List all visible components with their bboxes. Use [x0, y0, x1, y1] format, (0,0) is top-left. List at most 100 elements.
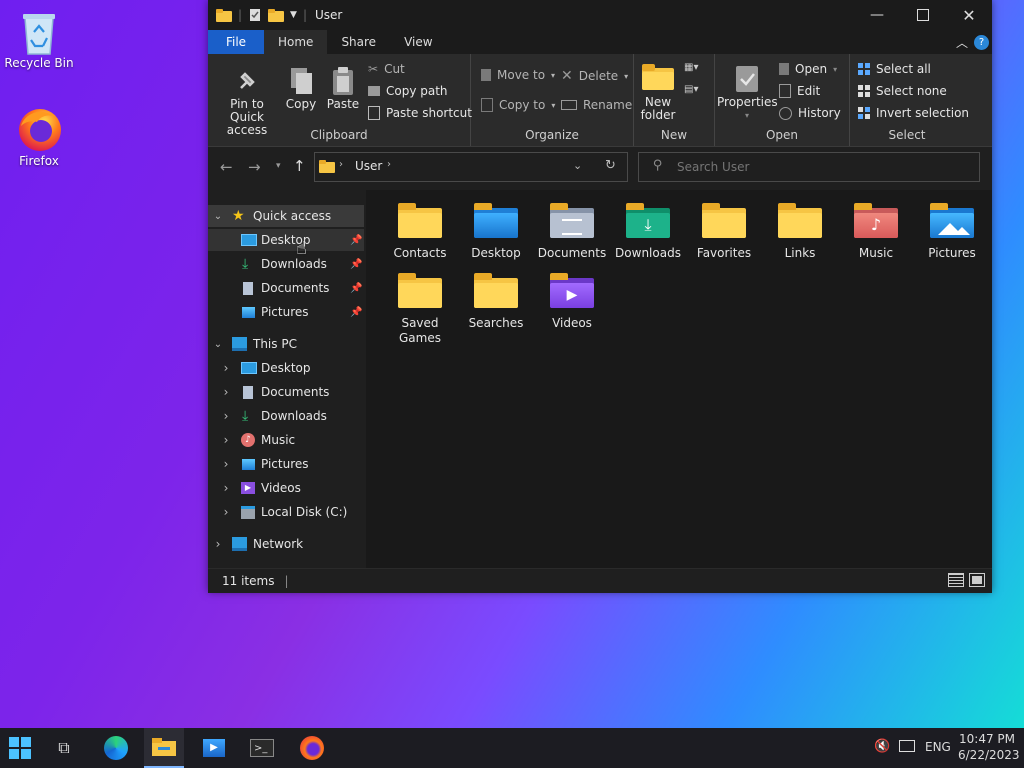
back-button[interactable]: ← [220, 158, 233, 176]
network-status-icon[interactable] [899, 740, 915, 752]
chevron-down-icon[interactable]: ⌄ [213, 211, 223, 222]
select-all-button[interactable]: Select all [858, 62, 931, 76]
move-to-button[interactable]: Move to ▾ [481, 68, 555, 82]
taskbar-firefox[interactable] [292, 728, 332, 768]
taskbar-file-explorer[interactable] [144, 728, 184, 768]
nav-quick-desktop[interactable]: Desktop 📌 [208, 229, 364, 251]
properties-button[interactable]: Properties ▾ [717, 64, 778, 122]
ribbon-group-clipboard: Pin to Quick access Copy Paste ✂ Cut Copy… [208, 54, 472, 146]
edit-button[interactable]: Edit [779, 84, 820, 98]
properties-icon[interactable] [248, 8, 262, 22]
nav-pc-documents[interactable]: › Documents [208, 381, 364, 403]
delete-button[interactable]: ✕ Delete ▾ [561, 68, 628, 84]
nav-this-pc[interactable]: ⌄ This PC [208, 333, 364, 355]
history-button[interactable]: History [779, 106, 841, 120]
chevron-right-icon[interactable]: › [221, 481, 231, 495]
paste-shortcut-button[interactable]: Paste shortcut [368, 106, 472, 120]
language-indicator[interactable]: ENG [925, 740, 951, 754]
minimize-button[interactable]: — [854, 0, 900, 30]
clock[interactable]: 10:47 PM 6/22/2023 [958, 731, 1020, 763]
folder-icon [398, 202, 442, 238]
new-item-button[interactable]: ▦▾ [684, 62, 698, 73]
folder-contacts[interactable]: Contacts [384, 202, 456, 261]
nav-quick-access[interactable]: ⌄ ★ Quick access [208, 205, 364, 227]
nav-pc-downloads[interactable]: › ⤓ Downloads [208, 405, 364, 427]
volume-muted-icon[interactable]: 🔇 [874, 739, 890, 754]
address-dropdown-icon[interactable]: ⌄ [573, 159, 582, 172]
search-input[interactable] [675, 157, 969, 177]
pin-to-quick-access-button[interactable]: Pin to Quick access [214, 66, 280, 137]
new-folder-icon[interactable] [268, 8, 285, 22]
paste-button[interactable]: Paste [324, 66, 362, 111]
taskbar-media-app[interactable]: ▶ [194, 728, 234, 768]
new-folder-button[interactable]: New folder [638, 64, 678, 122]
tab-view[interactable]: View [390, 30, 446, 54]
tab-share[interactable]: Share [327, 30, 390, 54]
refresh-icon[interactable]: ↻ [605, 158, 616, 173]
collapse-ribbon-icon[interactable]: ︿ [956, 34, 968, 51]
pin-icon[interactable]: 📌 [350, 259, 362, 270]
pin-icon[interactable]: 📌 [350, 307, 362, 318]
nav-quick-downloads[interactable]: ⤓ Downloads 📌 [208, 253, 364, 275]
folder-pictures[interactable]: Pictures [916, 202, 988, 261]
easy-access-button[interactable]: ▤▾ [684, 84, 698, 95]
folder-favorites[interactable]: Favorites [688, 202, 760, 261]
folder-saved-games[interactable]: Saved Games [384, 272, 456, 346]
address-bar[interactable]: › User › ⌄ ↻ [314, 152, 628, 182]
task-view-button[interactable]: ⧉ [44, 728, 84, 768]
nav-pc-desktop[interactable]: › Desktop [208, 357, 364, 379]
pin-icon[interactable]: 📌 [350, 235, 362, 246]
nav-quick-pictures[interactable]: Pictures 📌 [208, 301, 364, 323]
chevron-right-icon[interactable]: › [221, 433, 231, 447]
up-button[interactable]: ↑ [293, 157, 306, 175]
tab-file[interactable]: File [208, 30, 264, 54]
recent-locations-button[interactable]: ▾ [276, 161, 281, 171]
customize-toolbar-icon[interactable]: ▼ [290, 10, 297, 20]
desktop-icon-firefox[interactable]: Firefox [3, 106, 75, 168]
folder-links[interactable]: Links [764, 202, 836, 261]
copy-path-button[interactable]: Copy path [368, 84, 448, 98]
folder-videos[interactable]: ▶ Videos [536, 272, 608, 331]
nav-network[interactable]: › Network [208, 533, 364, 555]
help-icon[interactable]: ? [974, 35, 989, 50]
chevron-right-icon[interactable]: › [221, 385, 231, 399]
maximize-button[interactable] [900, 0, 946, 30]
select-none-button[interactable]: Select none [858, 84, 947, 98]
large-icons-view-icon[interactable] [969, 573, 985, 587]
search-box[interactable]: ⚲ [638, 152, 980, 182]
nav-quick-documents[interactable]: Documents 📌 [208, 277, 364, 299]
open-button[interactable]: Open ▾ [779, 62, 837, 76]
folder-searches[interactable]: Searches [460, 272, 532, 331]
nav-pc-videos[interactable]: › ▶ Videos [208, 477, 364, 499]
title-bar[interactable]: | ▼ | User — ✕ [208, 0, 992, 30]
copy-to-button[interactable]: Copy to ▾ [481, 98, 555, 112]
tab-home[interactable]: Home [264, 30, 328, 54]
pin-icon[interactable]: 📌 [350, 283, 362, 294]
chevron-right-icon[interactable]: › [221, 457, 231, 471]
documents-folder-icon [550, 202, 594, 238]
chevron-right-icon[interactable]: › [221, 409, 231, 423]
taskbar-edge[interactable] [96, 728, 136, 768]
copy-button[interactable]: Copy [284, 66, 318, 111]
taskbar-terminal[interactable]: >_ [242, 728, 282, 768]
nav-pc-pictures[interactable]: › Pictures [208, 453, 364, 475]
folder-documents[interactable]: Documents [536, 202, 608, 261]
chevron-right-icon[interactable]: › [221, 361, 231, 375]
breadcrumb-user[interactable]: User [355, 159, 382, 173]
rename-button[interactable]: Rename [561, 98, 632, 112]
desktop-icon-recycle-bin[interactable]: Recycle Bin [3, 8, 75, 70]
nav-pc-music[interactable]: › ♪ Music [208, 429, 364, 451]
folder-downloads[interactable]: ⤓ Downloads [612, 202, 684, 261]
chevron-right-icon[interactable]: › [221, 505, 231, 519]
forward-button[interactable]: → [248, 158, 261, 176]
folder-desktop[interactable]: Desktop [460, 202, 532, 261]
nav-pc-local-disk[interactable]: › Local Disk (C:) [208, 501, 364, 523]
details-view-icon[interactable] [948, 573, 964, 587]
cut-button[interactable]: ✂ Cut [368, 62, 405, 76]
close-button[interactable]: ✕ [946, 0, 992, 30]
chevron-right-icon[interactable]: › [213, 537, 223, 551]
invert-selection-button[interactable]: Invert selection [858, 106, 969, 120]
folder-music[interactable]: ♪ Music [840, 202, 912, 261]
chevron-down-icon[interactable]: ⌄ [213, 339, 223, 350]
start-button[interactable] [0, 728, 40, 768]
